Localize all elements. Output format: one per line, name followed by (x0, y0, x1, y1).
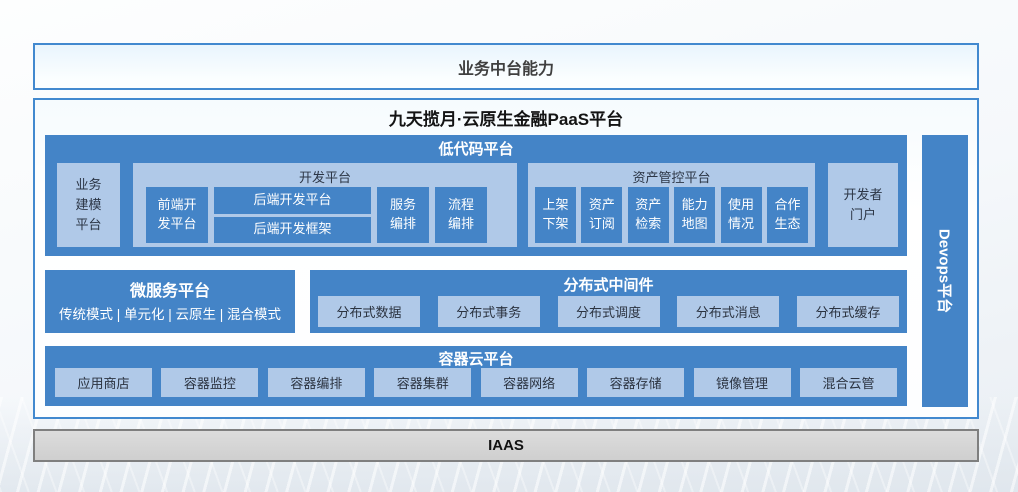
container-item-image-mgmt: 镜像管理 (694, 368, 791, 397)
microservice-platform-title: 微服务平台 (45, 277, 295, 301)
developer-portal-box: 开发者门户 (828, 163, 898, 247)
asset-item-ecosystem: 合作生态 (767, 187, 808, 243)
container-cloud-row: 应用商店 容器监控 容器编排 容器集群 容器网络 容器存储 镜像管理 混合云管 (55, 368, 897, 397)
microservice-platform-section: 微服务平台 传统模式 | 单元化 | 云原生 | 混合模式 (45, 270, 295, 333)
container-item-network: 容器网络 (481, 368, 578, 397)
devops-platform-label: Devops平台 (935, 229, 956, 313)
paas-platform-container: 九天揽月·云原生金融PaaS平台 低代码平台 业务建模平台 开发平台 前端开发平… (33, 98, 979, 419)
iaas-label: IAAS (488, 437, 524, 454)
distributed-middleware-title: 分布式中间件 (310, 274, 907, 295)
backend-column: 后端开发平台 后端开发框架 (214, 187, 371, 243)
dev-platform-box: 开发平台 前端开发平台 后端开发平台 后端开发框架 服务编排 流程编排 (133, 163, 517, 247)
asset-control-box: 资产管控平台 上架下架 资产订阅 资产检索 能力地图 使用情况 合作生态 (528, 163, 815, 247)
asset-item-shelf: 上架下架 (535, 187, 576, 243)
dev-platform-title: 开发平台 (133, 167, 517, 186)
dev-platform-row: 前端开发平台 后端开发平台 后端开发框架 服务编排 流程编排 (146, 187, 487, 243)
asset-item-subscribe: 资产订阅 (581, 187, 622, 243)
middleware-item-message: 分布式消息 (677, 296, 779, 327)
frontend-dev-box: 前端开发平台 (146, 187, 208, 243)
container-cloud-title: 容器云平台 (45, 348, 907, 369)
container-item-monitoring: 容器监控 (161, 368, 258, 397)
container-item-storage: 容器存储 (587, 368, 684, 397)
container-item-app-store: 应用商店 (55, 368, 152, 397)
backend-framework-box: 后端开发框架 (214, 217, 371, 244)
lowcode-platform-title: 低代码平台 (45, 138, 907, 159)
business-modeling-label: 业务建模平台 (74, 175, 104, 235)
process-orchestration-box: 流程编排 (435, 187, 487, 243)
devops-platform-bar: Devops平台 (922, 135, 968, 407)
architecture-diagram: 业务中台能力 九天揽月·云原生金融PaaS平台 低代码平台 业务建模平台 开发平… (0, 0, 1018, 492)
middleware-item-cache: 分布式缓存 (797, 296, 899, 327)
service-orchestration-box: 服务编排 (377, 187, 429, 243)
business-modeling-box: 业务建模平台 (57, 163, 120, 247)
middleware-item-scheduling: 分布式调度 (558, 296, 660, 327)
lowcode-platform-section: 低代码平台 业务建模平台 开发平台 前端开发平台 后端开发平台 后端开发框架 服… (45, 135, 907, 256)
middleware-item-data: 分布式数据 (318, 296, 420, 327)
container-item-hybrid-cloud: 混合云管 (800, 368, 897, 397)
iaas-bar: IAAS (33, 429, 979, 462)
distributed-middleware-section: 分布式中间件 分布式数据 分布式事务 分布式调度 分布式消息 分布式缓存 (310, 270, 907, 333)
container-cloud-section: 容器云平台 应用商店 容器监控 容器编排 容器集群 容器网络 容器存储 镜像管理… (45, 346, 907, 406)
developer-portal-label: 开发者门户 (842, 185, 884, 225)
container-item-cluster: 容器集群 (374, 368, 471, 397)
backend-platform-box: 后端开发平台 (214, 187, 371, 214)
middleware-item-transaction: 分布式事务 (438, 296, 540, 327)
business-midplatform-label: 业务中台能力 (458, 55, 554, 79)
asset-control-row: 上架下架 资产订阅 资产检索 能力地图 使用情况 合作生态 (535, 187, 808, 243)
asset-control-title: 资产管控平台 (528, 167, 815, 186)
asset-item-search: 资产检索 (628, 187, 669, 243)
asset-item-usage: 使用情况 (721, 187, 762, 243)
microservice-modes: 传统模式 | 单元化 | 云原生 | 混合模式 (45, 303, 295, 323)
middleware-row: 分布式数据 分布式事务 分布式调度 分布式消息 分布式缓存 (318, 296, 899, 327)
business-midplatform-banner: 业务中台能力 (33, 43, 979, 90)
container-item-orchestration: 容器编排 (268, 368, 365, 397)
asset-item-capability-map: 能力地图 (674, 187, 715, 243)
platform-title: 九天揽月·云原生金融PaaS平台 (35, 105, 977, 130)
